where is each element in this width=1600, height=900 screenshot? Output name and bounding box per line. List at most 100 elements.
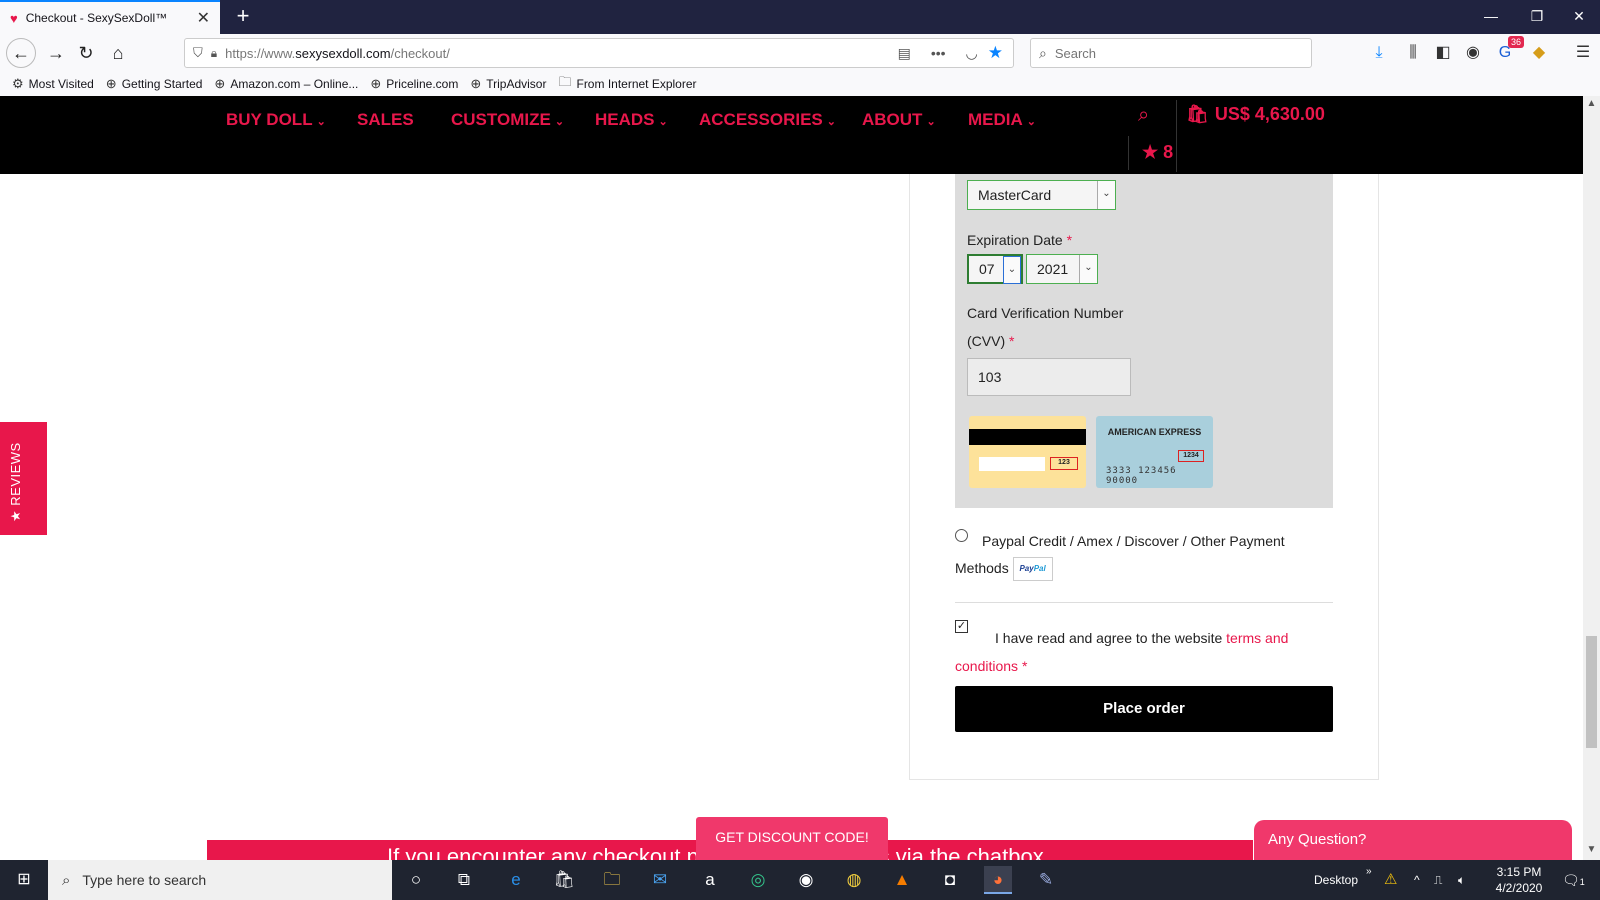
account-icon[interactable]: ◉ [1462, 42, 1484, 64]
browser-search-input[interactable] [1054, 45, 1295, 61]
new-tab-button[interactable]: + [230, 4, 256, 30]
tracking-shield-icon[interactable]: ⛉ [193, 45, 203, 61]
lock-icon[interactable]: 🔒︎ [211, 46, 217, 61]
chat-question-button[interactable]: Any Question? [1254, 820, 1572, 860]
chevron-down-icon: ⌄ [658, 116, 668, 128]
desktop-toolbar[interactable]: Desktop [1314, 860, 1358, 900]
cvv-input[interactable]: 103 [967, 358, 1131, 396]
chrome-icon[interactable]: ◍ [840, 866, 868, 894]
site-search-icon[interactable]: ⌕ [1138, 104, 1149, 127]
chevron-down-icon: ⌄ [554, 116, 565, 128]
scrollbar-thumb[interactable] [1586, 636, 1597, 748]
cart-total[interactable]: 🛍︎ US$ 4,630.00 [1186, 104, 1325, 125]
wishlist[interactable]: ★ 8 [1142, 142, 1173, 163]
back-button[interactable]: ← [6, 38, 36, 68]
restore-button[interactable]: ❐ [1514, 0, 1560, 34]
firefox-icon[interactable]: ◕ [984, 866, 1012, 894]
taskbar-search[interactable]: ⌕ Type here to search [48, 860, 392, 900]
divider [955, 602, 1333, 603]
paint-icon[interactable]: ✎ [1032, 866, 1060, 894]
mail-icon[interactable]: ✉ [646, 866, 674, 894]
paypal-option[interactable]: Paypal Credit / Amex / Discover / Other … [955, 528, 1315, 582]
bookmark-star-icon[interactable]: ★ [988, 43, 1003, 63]
menu-heads[interactable]: HEADS ⌄ [595, 110, 668, 130]
card-type-select[interactable]: MasterCard ⌄ [967, 180, 1116, 210]
menu-accessories[interactable]: ACCESSORIES ⌄ [699, 110, 836, 130]
menu-buy-doll[interactable]: BUY DOLL ⌄ [226, 110, 326, 130]
file-explorer-icon[interactable]: 🗀 [598, 866, 626, 894]
sidebar-icon[interactable]: ◧ [1432, 42, 1454, 64]
cortana-icon[interactable]: ○ [402, 866, 430, 894]
site-header: BUY DOLL ⌄ SALES CUSTOMIZE ⌄ HEADS ⌄ ACCESS… [0, 96, 1583, 174]
extension-badge: 36 [1507, 36, 1524, 48]
app-icon[interactable]: ◉ [792, 866, 820, 894]
reviews-side-tab[interactable]: ★ REVIEWS [0, 422, 47, 535]
windows-start-icon[interactable]: ⊞ [0, 860, 48, 900]
place-order-button[interactable]: Place order [955, 686, 1333, 732]
tripadvisor-icon[interactable]: ◎ [744, 866, 772, 894]
tray-expand-icon[interactable]: ^ [1414, 860, 1420, 900]
task-view-icon[interactable]: ⧉ [450, 866, 478, 894]
search-icon: ⌕ [1039, 44, 1047, 61]
bookmark-amazon[interactable]: ⊕ Amazon.com – Online... [214, 76, 358, 92]
browser-tab-bar: ♥ Checkout - SexySexDoll™ ✕ + — ❐ ✕ [0, 0, 1600, 34]
warning-icon[interactable]: ⚠ [1384, 860, 1397, 900]
card-back-cvv-illustration: 123 [969, 416, 1086, 488]
extension-2-icon[interactable]: ◆ [1528, 42, 1550, 64]
menu-hamburger-icon[interactable]: ☰ [1572, 42, 1594, 64]
chevron-icon[interactable]: » [1366, 860, 1372, 900]
cvv-label-line2: (CVV) * [967, 333, 1015, 349]
edge-icon[interactable]: e [502, 866, 530, 894]
network-icon[interactable]: ⎍ [1434, 860, 1442, 900]
menu-about[interactable]: ABOUT ⌄ [862, 110, 936, 130]
terms-agreement: I have read and agree to the website ter… [955, 630, 1289, 674]
globe-icon: ⊕ [214, 76, 226, 91]
reload-button[interactable]: ↻ [72, 40, 100, 68]
exp-year-select[interactable]: 2021 ⌄ [1026, 254, 1098, 284]
bookmark-most-visited[interactable]: ⚙ Most Visited [12, 76, 94, 92]
bookmark-getting-started[interactable]: ⊕ Getting Started [106, 76, 203, 92]
downloads-icon[interactable]: ⤓ [1368, 42, 1390, 64]
url-text[interactable]: https://www.sexysexdoll.com/checkout/ [225, 46, 887, 61]
page-actions-icon[interactable]: ••• [931, 45, 946, 61]
home-button[interactable]: ⌂ [104, 40, 132, 68]
scroll-up-arrow[interactable]: ▲ [1583, 98, 1600, 114]
menu-sales[interactable]: SALES [357, 110, 414, 130]
amazon-icon[interactable]: a [696, 866, 724, 894]
scroll-down-arrow[interactable]: ▼ [1583, 844, 1600, 860]
magnetic-strip [969, 429, 1086, 445]
library-icon[interactable]: ⫼ [1402, 42, 1424, 64]
minimize-button[interactable]: — [1468, 0, 1514, 34]
camera-icon[interactable]: ◘ [936, 866, 964, 894]
bookmark-from-ie[interactable]: 🗀 From Internet Explorer [558, 73, 696, 95]
pocket-icon[interactable]: ◡ [966, 45, 978, 62]
url-bar[interactable]: ⛉ 🔒︎ https://www.sexysexdoll.com/checkou… [184, 38, 1014, 68]
store-icon[interactable]: 🛍︎ [550, 866, 578, 894]
folder-icon: 🗀 [558, 74, 572, 89]
bookmark-tripadvisor[interactable]: ⊕ TripAdvisor [470, 76, 546, 92]
forward-button[interactable]: → [42, 40, 70, 68]
cvv-label-line1: Card Verification Number [967, 305, 1124, 321]
bookmark-priceline[interactable]: ⊕ Priceline.com [370, 76, 458, 92]
tab-close-icon[interactable]: ✕ [197, 8, 210, 28]
amex-title: AMERICAN EXPRESS [1107, 427, 1202, 437]
chevron-down-icon: ⌄ [826, 116, 836, 128]
volume-icon[interactable]: 🔈︎ [1458, 860, 1465, 900]
browser-search-bar[interactable]: ⌕ [1030, 38, 1312, 68]
menu-media[interactable]: MEDIA ⌄ [968, 110, 1036, 130]
bookmarks-toolbar: ⚙ Most Visited ⊕ Getting Started ⊕ Amazon.c… [0, 72, 1600, 96]
notification-icon[interactable]: 🗨︎1 [1562, 860, 1585, 900]
shopping-bag-icon: 🛍︎ [1186, 104, 1209, 124]
exp-month-select[interactable]: 07 ⌄ [967, 254, 1023, 284]
window-close-button[interactable]: ✕ [1556, 0, 1600, 34]
globe-icon: ⊕ [105, 76, 117, 91]
amex-cid-example: 1234 [1178, 450, 1204, 462]
cvv-example: 123 [1050, 457, 1078, 470]
get-discount-button[interactable]: GET DISCOUNT CODE! [696, 817, 888, 860]
menu-customize[interactable]: CUSTOMIZE ⌄ [451, 110, 564, 130]
vlc-icon[interactable]: ▲ [888, 866, 916, 894]
system-clock[interactable]: 3:15 PM 4/2/2020 [1484, 864, 1554, 896]
reader-view-icon[interactable]: ▤ [898, 45, 911, 62]
browser-tab-checkout[interactable]: ♥ Checkout - SexySexDoll™ ✕ [0, 0, 220, 34]
extension-icon[interactable]: G 36 [1494, 36, 1524, 64]
